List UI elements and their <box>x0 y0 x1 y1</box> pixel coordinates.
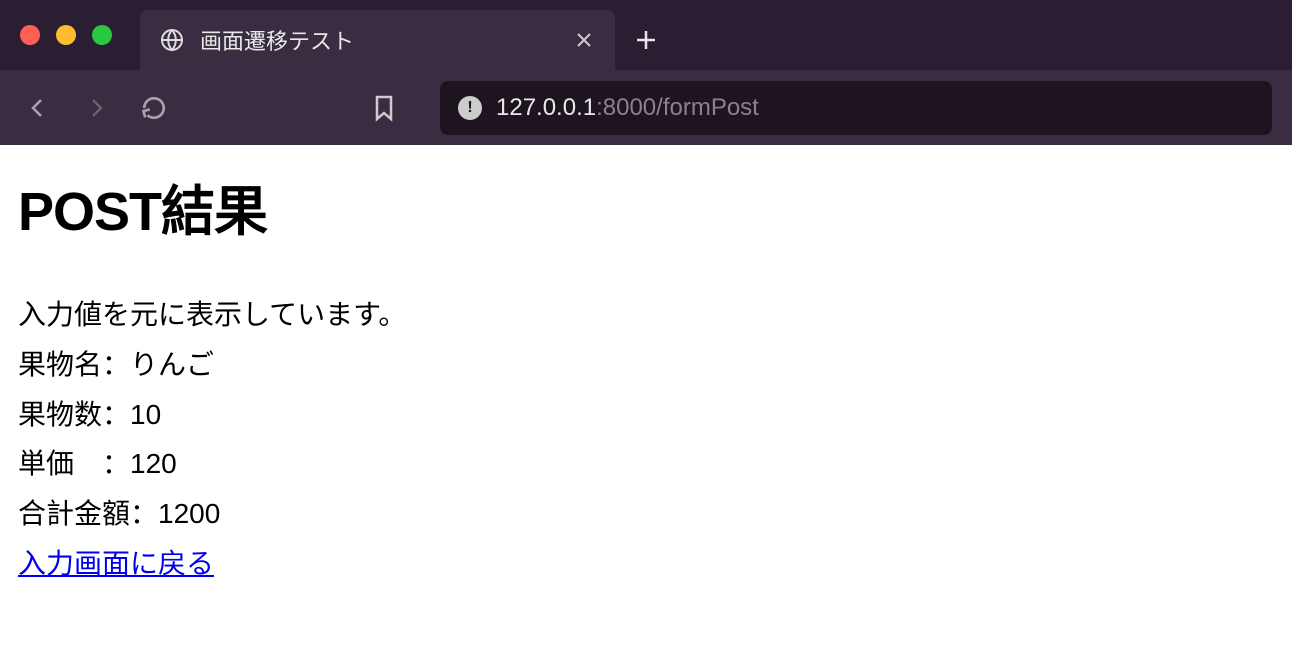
tab-title: 画面遷移テスト <box>200 24 557 56</box>
fruit-name-label: 果物名： <box>18 349 130 380</box>
total-row: 合計金額：1200 <box>18 489 1274 539</box>
page-title: POST結果 <box>18 167 1274 246</box>
page-content: POST結果 入力値を元に表示しています。 果物名：りんご 果物数：10 単価 … <box>0 145 1292 611</box>
fruit-count-value: 10 <box>130 399 161 430</box>
site-info-icon[interactable]: ! <box>458 96 482 120</box>
reload-button[interactable] <box>136 90 172 126</box>
globe-icon <box>158 26 186 54</box>
fruit-name-value: りんご <box>130 349 214 380</box>
new-tab-button[interactable] <box>615 29 677 51</box>
forward-button[interactable] <box>78 90 114 126</box>
titlebar: 画面遷移テスト <box>0 0 1292 70</box>
close-tab-button[interactable] <box>571 27 597 53</box>
unit-price-row: 単価 ：120 <box>18 439 1274 489</box>
url-path: :8000/formPost <box>596 94 759 121</box>
browser-chrome: 画面遷移テスト <box>0 0 1292 145</box>
maximize-window-button[interactable] <box>92 25 112 45</box>
unit-price-label: 単価 ： <box>18 448 130 479</box>
window-controls <box>20 25 112 45</box>
address-bar[interactable]: ! 127.0.0.1:8000/formPost <box>440 81 1272 135</box>
url-text: 127.0.0.1:8000/formPost <box>496 94 759 122</box>
fruit-count-label: 果物数： <box>18 399 130 430</box>
minimize-window-button[interactable] <box>56 25 76 45</box>
back-button[interactable] <box>20 90 56 126</box>
fruit-count-row: 果物数：10 <box>18 390 1274 440</box>
browser-tab[interactable]: 画面遷移テスト <box>140 10 615 70</box>
back-to-input-link[interactable]: 入力画面に戻る <box>18 548 214 579</box>
fruit-name-row: 果物名：りんご <box>18 340 1274 390</box>
intro-text: 入力値を元に表示しています。 <box>18 290 1274 340</box>
url-host: 127.0.0.1 <box>496 94 596 121</box>
unit-price-value: 120 <box>130 448 177 479</box>
close-window-button[interactable] <box>20 25 40 45</box>
bookmark-button[interactable] <box>366 90 402 126</box>
total-label: 合計金額： <box>18 498 158 529</box>
toolbar: ! 127.0.0.1:8000/formPost <box>0 70 1292 145</box>
total-value: 1200 <box>158 498 220 529</box>
